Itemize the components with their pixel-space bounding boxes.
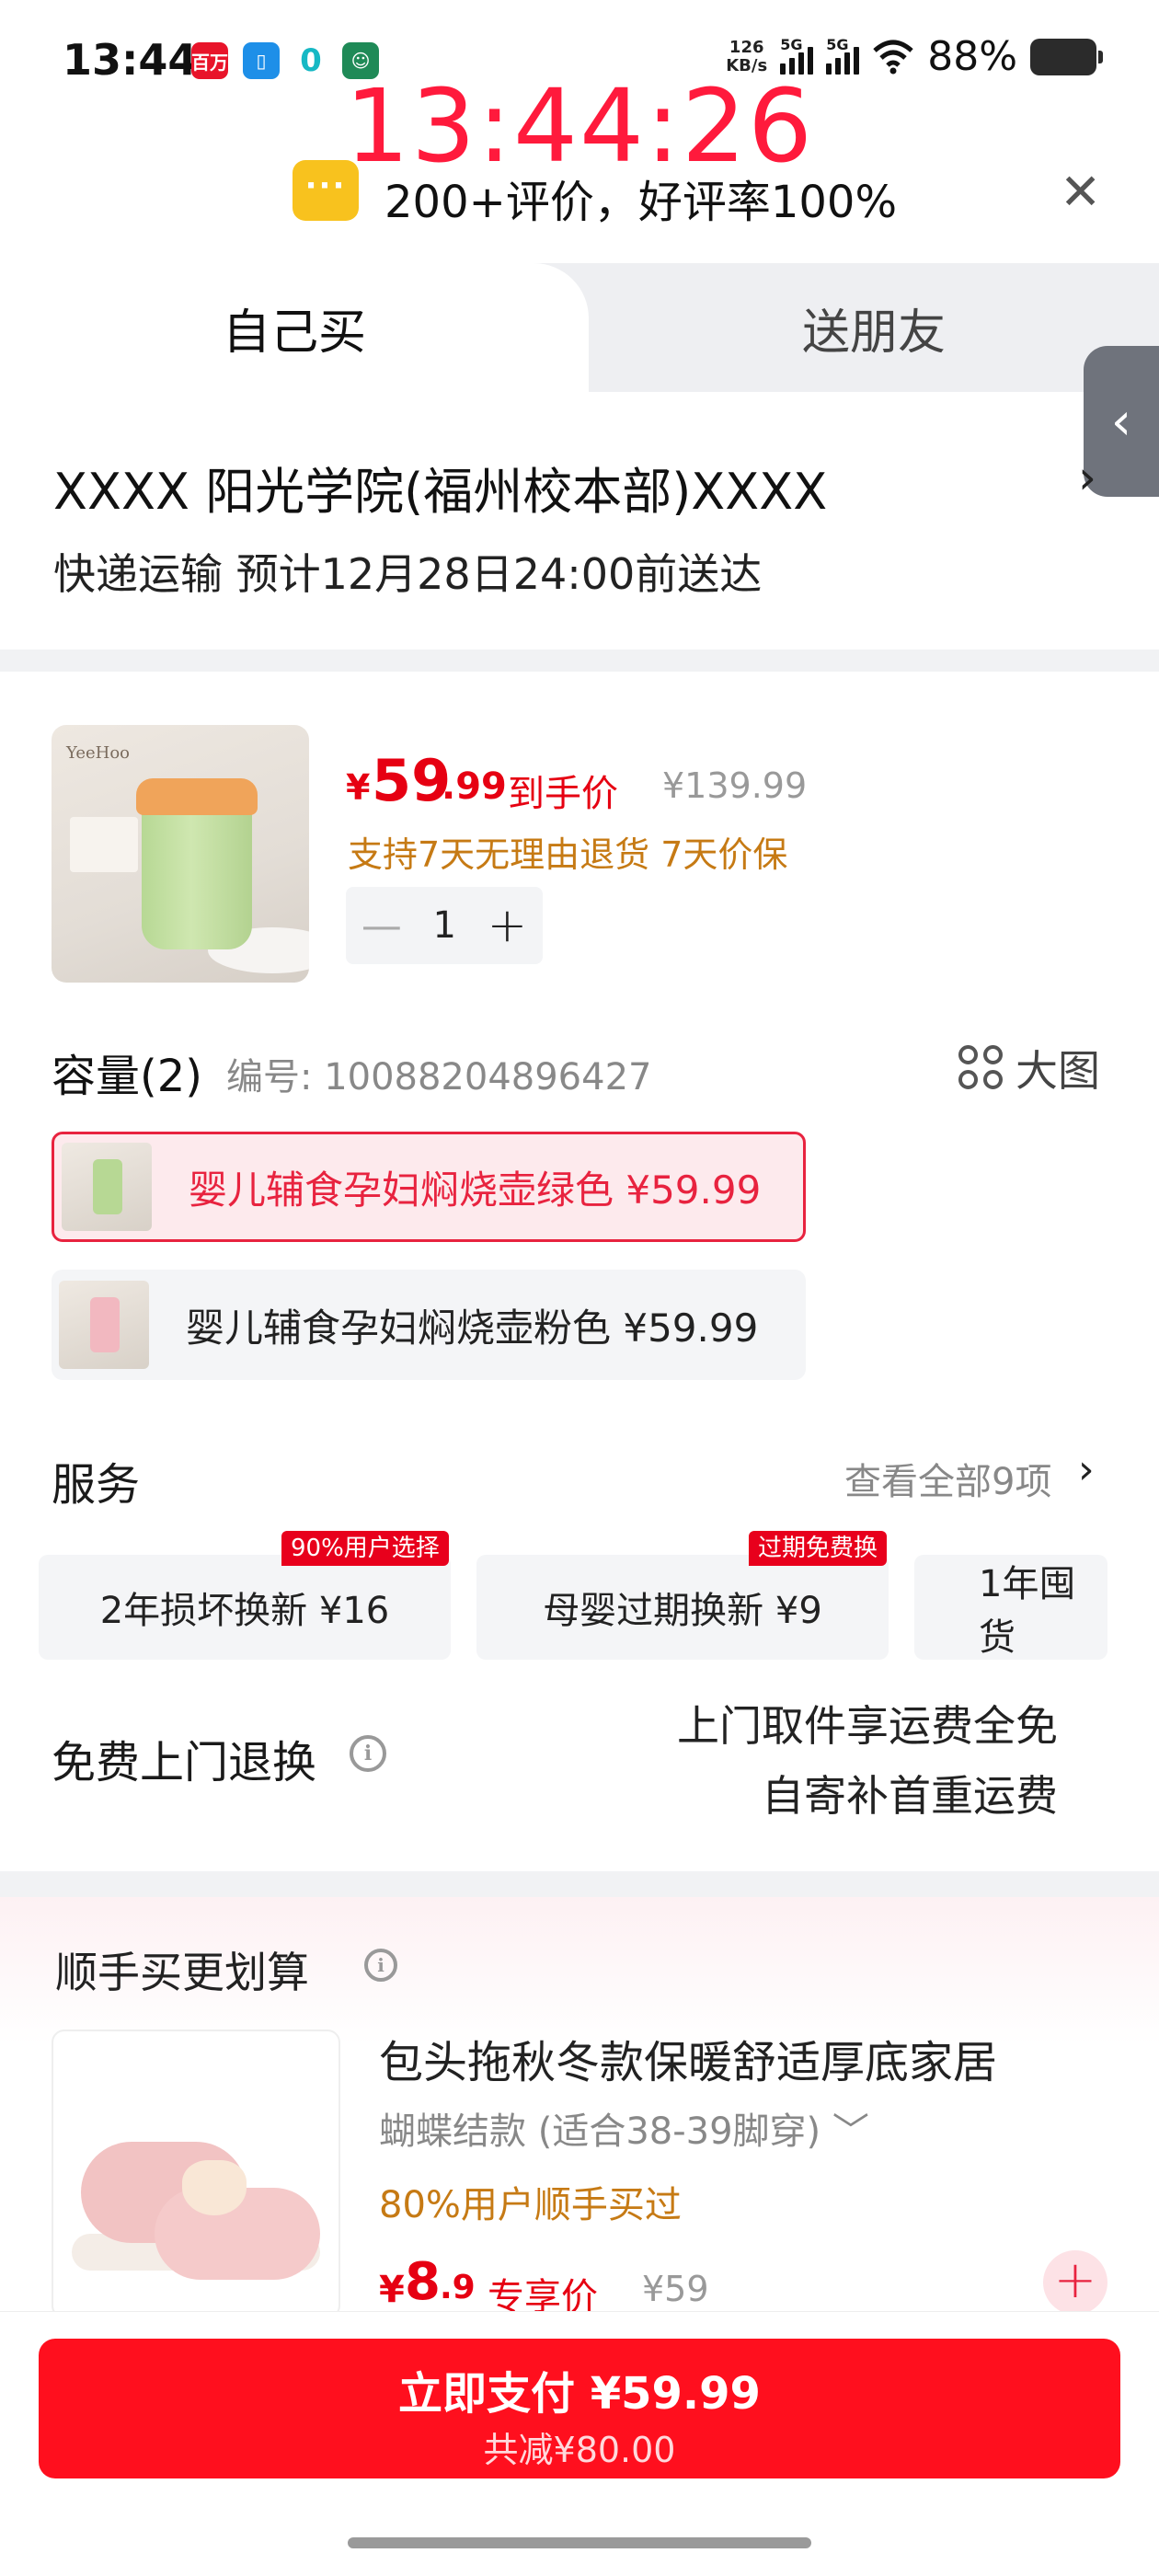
original-price: ¥139.99 [662, 765, 808, 806]
pay-button-label: 立即支付 ¥59.99 [398, 2368, 761, 2420]
increase-button[interactable]: + [488, 898, 528, 953]
addon-popularity: 80%用户顺手买过 [379, 2184, 682, 2226]
review-summary[interactable]: 200+评价，好评率100% [384, 166, 897, 230]
zero-app-icon: 0 [293, 42, 329, 79]
addon-variant-select[interactable]: 蝴蝶结款 (适合38-39脚穿) ﹀ [379, 2101, 869, 2155]
quantity-stepper: — 1 + [346, 887, 543, 964]
spec-title: 容量(2) [52, 1051, 202, 1102]
close-icon[interactable]: ✕ [1060, 167, 1101, 217]
pay-now-button[interactable]: 立即支付 ¥59.99 共减¥80.00 [39, 2339, 1120, 2478]
grid-view-icon[interactable] [958, 1045, 1003, 1089]
variant-option-green[interactable]: 婴儿辅食孕妇焖烧壶绿色 ¥59.99 [52, 1132, 806, 1242]
variant-thumbnail [62, 1143, 152, 1231]
thermos-lid-shape [136, 778, 258, 815]
section-divider [0, 650, 1159, 672]
price-integer: 59 [372, 747, 452, 814]
delivery-address[interactable]: XXXX 阳光学院(福州校本部)XXXX [53, 451, 827, 523]
product-code: 编号: 10088204896427 [226, 1056, 652, 1098]
addon-price-integer: 8 [405, 2252, 441, 2312]
thermos-shape [142, 793, 252, 949]
service-card[interactable]: 2年损坏换新 ¥16 [39, 1555, 451, 1660]
service-badge: 90%用户选择 [281, 1531, 449, 1566]
view-all-services[interactable]: 查看全部9项 [844, 1452, 1051, 1505]
wifi-icon [873, 40, 913, 74]
chevron-left-icon: ‹ [1110, 391, 1132, 452]
info-icon[interactable]: i [350, 1735, 386, 1772]
battery-percent: 88% [927, 33, 1017, 80]
addon-original-price: ¥59 [642, 2269, 709, 2309]
brand-logo: YeeHoo [66, 743, 130, 763]
signal-icon-2: 5G [826, 36, 860, 75]
service-card[interactable]: 1年囤货 [914, 1555, 1107, 1660]
decrease-button[interactable]: — [361, 903, 402, 949]
variant-thumbnail [59, 1281, 149, 1369]
info-icon[interactable]: i [364, 1949, 397, 1982]
section-divider [0, 1871, 1159, 1897]
chevron-right-icon[interactable]: › [1078, 451, 1096, 504]
free-return-line-2: 自寄补首重运费 [762, 1771, 1058, 1821]
floating-clock: 13:44:26 [344, 67, 815, 185]
service-card[interactable]: 母婴过期换新 ¥9 [476, 1555, 889, 1660]
add-addon-button[interactable]: + [1043, 2250, 1107, 2315]
product-image[interactable]: YeeHoo [52, 725, 309, 983]
tab-send-to-friend[interactable]: 送朋友 [589, 263, 1159, 392]
price-currency: ¥ [346, 767, 371, 808]
chat-bubble-icon [293, 160, 359, 221]
free-return-title: 免费上门退换 [52, 1737, 317, 1788]
addon-price-currency: ¥ [379, 2269, 405, 2311]
product-spec-card [70, 817, 138, 872]
pay-discount-label: 共减¥80.00 [483, 2430, 676, 2470]
addon-product-name[interactable]: 包头拖秋冬款保暖舒适厚底家居 [379, 2026, 997, 2090]
delivery-estimate: 快递运输 预计12月28日24:00前送达 [53, 549, 763, 599]
price-decimal: .99 [442, 765, 507, 808]
phone-clone-icon: ▯ [243, 42, 280, 79]
chevron-right-icon[interactable]: › [1078, 1446, 1095, 1493]
variant-label: 婴儿辅食孕妇焖烧壶绿色 ¥59.99 [189, 1167, 762, 1213]
return-policy: 支持7天无理由退货 7天价保 [348, 834, 788, 875]
service-badge: 过期免费换 [749, 1531, 888, 1566]
addon-title: 顺手买更划算 [55, 1948, 309, 1997]
addon-product-image[interactable] [52, 2030, 340, 2318]
big-image-toggle[interactable]: 大图 [1016, 1038, 1100, 1098]
variant-option-pink[interactable]: 婴儿辅食孕妇焖烧壶粉色 ¥59.99 [52, 1270, 806, 1380]
services-title: 服务 [52, 1459, 141, 1511]
quantity-value[interactable]: 1 [432, 904, 455, 947]
news-app-icon: 百万 [191, 42, 228, 79]
addon-price-decimal: .9 [440, 2269, 476, 2306]
battery-icon [1030, 38, 1103, 75]
final-price-label: 到手价 [508, 773, 618, 815]
free-return-line-1: 上门取件享运费全免 [677, 1701, 1058, 1751]
tab-buy-for-self[interactable]: 自己买 [0, 263, 589, 392]
home-indicator[interactable] [348, 2537, 811, 2548]
variant-label: 婴儿辅食孕妇焖烧壶粉色 ¥59.99 [186, 1305, 759, 1351]
